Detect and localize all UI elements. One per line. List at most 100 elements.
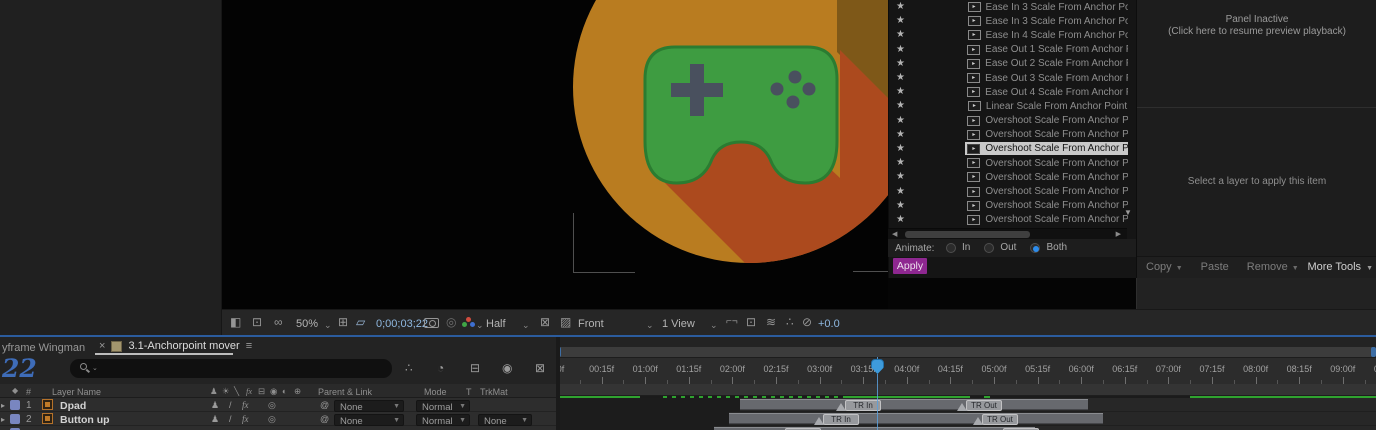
work-area-bar[interactable] <box>560 384 1376 396</box>
layer-duration-bar[interactable]: TR In TR Out <box>729 413 1103 424</box>
layer-marker-badge[interactable]: TR In <box>845 400 881 411</box>
fx-icon[interactable]: fx <box>242 414 249 424</box>
pixel-aspect-icon[interactable]: ⊡ <box>746 315 756 329</box>
quality-icon[interactable]: / <box>229 414 232 424</box>
label-tag-icon[interactable]: ◆ <box>12 386 18 395</box>
adjustment-layer-icon[interactable]: ◐ <box>282 386 287 396</box>
preset-item[interactable]: ★▸Overshoot Scale From Anchor Po <box>889 156 1128 170</box>
radio-icon[interactable] <box>1030 243 1040 253</box>
label-color-swatch[interactable] <box>10 414 20 424</box>
fx-icon[interactable]: fx <box>242 400 249 410</box>
layer-duration-bar[interactable]: TR In TR Out <box>740 399 1088 410</box>
preview-panel[interactable]: Panel Inactive (Click here to resume pre… <box>1136 0 1376 278</box>
time-navigator[interactable] <box>556 347 1376 357</box>
shy-icon[interactable]: ♟ <box>210 386 218 397</box>
layer-row[interactable]: ▸2Button up♟/fx◎@None▼Normal▼None▼ <box>0 412 556 426</box>
preset-item[interactable]: ★▸Overshoot Scale From Anchor Po <box>889 184 1128 198</box>
active-camera-view[interactable]: Front <box>578 317 604 331</box>
motion-blur-icon[interactable]: ◉ <box>502 361 512 375</box>
favorite-star-icon[interactable]: ★ <box>896 87 907 97</box>
motion-blur-icon[interactable]: ◉ <box>270 386 277 397</box>
monitor-icon[interactable]: ⊡ <box>252 315 262 329</box>
parent-dropdown[interactable]: None▼ <box>334 414 404 426</box>
always-preview-icon[interactable]: ◧ <box>230 315 241 329</box>
layer-row[interactable] <box>0 426 556 430</box>
shy-icon[interactable]: ♟ <box>211 414 219 425</box>
preset-item[interactable]: ★▸Ease In 3 Scale From Anchor Poi <box>889 14 1128 28</box>
apply-button[interactable]: Apply <box>893 258 927 274</box>
channels-chevron-icon[interactable]: ⌄ <box>476 318 484 332</box>
comp-mini-flowchart-icon[interactable]: ∴ <box>405 361 413 375</box>
copy-button[interactable]: Copy▼ <box>1141 260 1188 274</box>
favorite-star-icon[interactable]: ★ <box>896 101 908 111</box>
panel-inactive-message[interactable]: Panel Inactive (Click here to resume pre… <box>1137 14 1376 38</box>
favorite-star-icon[interactable]: ★ <box>896 45 907 55</box>
layer-marker-badge[interactable]: TR Out <box>966 400 1002 411</box>
favorite-star-icon[interactable]: ★ <box>896 30 908 40</box>
magnification-chevron-icon[interactable]: ⌄ <box>324 318 332 332</box>
animate-option-in[interactable]: In <box>946 242 970 253</box>
pickwhip-icon[interactable]: @ <box>320 400 329 410</box>
quality-icon[interactable]: ╲ <box>234 386 239 397</box>
share-view-icon[interactable]: ⌐¬ <box>726 315 738 329</box>
parent-dropdown[interactable]: None▼ <box>334 400 404 412</box>
tab-keyframe-wingman[interactable]: yframe Wingman <box>2 342 85 354</box>
solo-icon[interactable]: ☀ <box>222 386 230 397</box>
resolution-chevron-icon[interactable]: ⌄ <box>522 318 530 332</box>
preset-item[interactable]: ★▸Overshoot Scale From Anchor Po <box>889 142 1128 156</box>
expand-arrow-icon[interactable]: ▸ <box>1 401 5 410</box>
magnification-value[interactable]: 50% <box>296 317 318 331</box>
radio-icon[interactable] <box>946 243 956 253</box>
table-timeline-divider[interactable] <box>556 337 560 430</box>
column-parent-link[interactable]: Parent & Link <box>318 387 372 397</box>
favorite-star-icon[interactable]: ★ <box>896 172 907 182</box>
snapshot-camera-icon[interactable] <box>424 318 439 328</box>
blend-mode-dropdown[interactable]: Normal▼ <box>416 400 470 412</box>
layer-marker-badge[interactable]: TR Out <box>982 414 1018 425</box>
layer-marker-badge[interactable]: TR In <box>823 414 859 425</box>
remove-button[interactable]: Remove▼ <box>1242 260 1304 274</box>
layer-name[interactable]: Button up <box>60 414 110 426</box>
current-time-display[interactable]: 22 <box>2 354 37 383</box>
scroll-down-icon[interactable]: ▼ <box>1124 208 1132 217</box>
trkmat-dropdown[interactable]: None▼ <box>478 414 532 426</box>
close-icon[interactable]: × <box>99 340 105 352</box>
column-t[interactable]: T <box>466 387 472 397</box>
blend-mode-dropdown[interactable]: Normal▼ <box>416 414 470 426</box>
preset-item[interactable]: ★▸Ease In 3 Scale From Anchor Poi <box>889 0 1128 14</box>
animate-option-out[interactable]: Out <box>984 242 1016 253</box>
scrollbar-thumb[interactable] <box>905 231 1030 238</box>
favorite-star-icon[interactable]: ★ <box>896 144 907 154</box>
favorite-star-icon[interactable]: ★ <box>896 16 908 26</box>
preview-timecode[interactable]: 0;00;03;22 <box>376 317 428 331</box>
view-layout-value[interactable]: 1 View <box>662 317 695 331</box>
preset-item[interactable]: ★▸Overshoot Scale From Anchor Po <box>889 128 1128 142</box>
favorite-star-icon[interactable]: ★ <box>896 116 907 126</box>
favorite-star-icon[interactable]: ★ <box>896 2 908 12</box>
radio-icon[interactable] <box>984 243 994 253</box>
pickwhip-icon[interactable]: @ <box>320 414 329 424</box>
frame-blend-icon[interactable]: ⊟ <box>258 386 265 397</box>
switch-icon[interactable]: ◎ <box>268 400 276 411</box>
reset-exposure-icon[interactable]: ⊘ <box>802 315 812 329</box>
favorite-star-icon[interactable]: ★ <box>896 187 907 197</box>
preset-item[interactable]: ★▸Overshoot Scale From Anchor Po <box>889 213 1128 227</box>
draft-3d-icon[interactable]: ◔ <box>437 361 444 375</box>
layer-search-input[interactable]: ⌄ <box>70 359 392 378</box>
target-region-icon[interactable]: ⊠ <box>540 315 550 329</box>
switch-icon[interactable]: ◎ <box>268 414 276 425</box>
region-of-interest-icon[interactable]: ▱ <box>356 315 365 329</box>
preset-list[interactable]: ★▸Ease In 3 Scale From Anchor Poi★▸Ease … <box>889 0 1128 228</box>
preset-item[interactable]: ★▸Ease Out 2 Scale From Anchor Po <box>889 57 1128 71</box>
preset-item[interactable]: ★▸Overshoot Scale From Anchor Po <box>889 199 1128 213</box>
mini-flowchart-icon[interactable]: ∴ <box>786 315 794 329</box>
favorite-star-icon[interactable]: ★ <box>896 215 907 225</box>
quality-icon[interactable]: / <box>229 400 232 410</box>
favorite-star-icon[interactable]: ★ <box>896 130 907 140</box>
preset-item[interactable]: ★▸Overshoot Scale From Anchor Po <box>889 114 1128 128</box>
preset-item[interactable]: ★▸Overshoot Scale From Anchor Po <box>889 170 1128 184</box>
search-chevron-icon[interactable]: ⌄ <box>92 364 98 372</box>
more-tools-button[interactable]: More Tools▼ <box>1307 261 1373 273</box>
view-chevron-icon[interactable]: ⌄ <box>646 318 654 332</box>
view-options-icon[interactable]: ∞ <box>274 315 283 329</box>
